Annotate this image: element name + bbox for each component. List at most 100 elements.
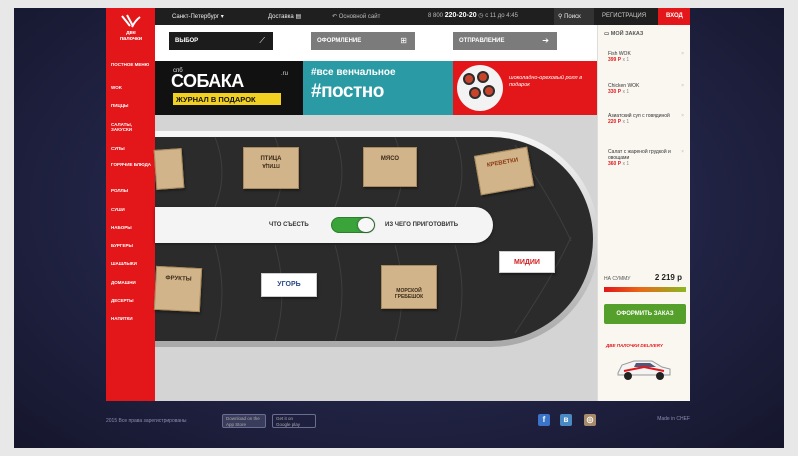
ingredient-card-meat[interactable]: МЯСО xyxy=(363,147,417,187)
step-send-label: ОТПРАВЛЕНИЕ xyxy=(459,38,505,44)
step-choice[interactable]: ВЫБОР ⟋ xyxy=(169,32,273,50)
promo-text: шоколадно-ореховый ролл в подарок xyxy=(509,75,583,88)
sum-label: НА СУММУ xyxy=(604,276,631,282)
switch-option-what-to-eat[interactable]: ЧТО СЪЕСТЬ xyxy=(269,222,309,228)
city-selector[interactable]: Санкт-Петербург ▾ xyxy=(172,13,224,20)
nav-item-burgers[interactable]: БУРГЕРЫ xyxy=(111,243,153,248)
facebook-icon[interactable]: f xyxy=(538,414,550,426)
footer: 2015 Все права зарегистрированы Download… xyxy=(106,404,690,428)
cart-title-label: МОЙ ЗАКАЗ xyxy=(610,31,644,37)
nav-item-pizza[interactable]: ПИЦЦЫ xyxy=(111,103,153,108)
mode-toggle[interactable] xyxy=(331,217,375,233)
mode-switch-bar: ЧТО СЪЕСТЬ ИЗ ЧЕГО ПРИГОТОВИТЬ xyxy=(155,207,493,243)
nav-item-wok[interactable]: WOK xyxy=(111,85,153,90)
city-label: Санкт-Петербург xyxy=(172,14,220,20)
nav-item-lenten[interactable]: ПОСТНОЕ МЕНЮ xyxy=(111,62,153,67)
cart-item-qty: x 1 xyxy=(622,161,630,167)
nav-item-desserts[interactable]: ДЕСЕРТЫ xyxy=(111,298,153,303)
sobaka-title: СОБАКА xyxy=(171,71,244,91)
tag-label: УГОРЬ xyxy=(277,281,301,288)
phone-info: 8 800 220-20-20 ◷ с 11 до 4:45 xyxy=(428,12,518,19)
chevron-down-icon: ▾ xyxy=(220,14,224,20)
roll-image xyxy=(463,73,475,85)
ingredient-card-bird[interactable]: ПТИЦА ПТИЦА xyxy=(243,147,299,189)
left-sidebar: две палочки ПОСТНОЕ МЕНЮ WOK ПИЦЦЫ САЛАТ… xyxy=(106,8,155,401)
card-label: ФРУКТЫ xyxy=(165,275,192,283)
ingredient-card-fruits[interactable]: ФРУКТЫ xyxy=(153,265,203,313)
nav-item-soups[interactable]: СУПЫ xyxy=(111,146,153,151)
app-store-badge[interactable]: Download on the App Store xyxy=(222,414,266,428)
card-label: ПТИЦА xyxy=(260,156,282,162)
cart-item-qty: x 1 xyxy=(622,57,630,63)
back-arrow-icon: ↶ xyxy=(332,14,338,20)
main-site-link[interactable]: ↶ Основной сайт xyxy=(332,13,380,20)
roll-image xyxy=(477,71,489,83)
login-button[interactable]: ВХОД xyxy=(658,8,690,25)
instagram-icon[interactable]: ◎ xyxy=(584,414,596,426)
ingredient-card-seafood[interactable]: МОРСКОЙ ГРЕБЕШОК xyxy=(381,265,437,309)
delivery-brand: ДВЕ ПАЛОЧКИ DELIVERY xyxy=(606,343,663,348)
main-content: ВЫБОР ⟋ ОФОРМЛЕНИЕ ⊞ ОТПРАВЛЕНИЕ ➔ спб СОБА… xyxy=(153,25,597,401)
vk-icon[interactable]: в xyxy=(560,414,572,426)
card-label: МЯСО xyxy=(380,156,400,162)
step-choice-label: ВЫБОР xyxy=(175,38,199,44)
ingredient-tag-eel[interactable]: УГОРЬ xyxy=(261,273,317,297)
phone-number: 220-20-20 xyxy=(444,12,477,19)
switch-option-ingredients[interactable]: ИЗ ЧЕГО ПРИГОТОВИТЬ xyxy=(385,222,458,228)
nav-item-drinks[interactable]: НАПИТКИ xyxy=(111,316,153,321)
app-store-label: App Store xyxy=(226,421,247,427)
logo-line2: палочки xyxy=(119,36,143,42)
roll-image xyxy=(469,87,481,99)
cart-item: Chicken WOK 330 Р x 1 × xyxy=(608,83,688,95)
page-background: Санкт-Петербург ▾ Доставка ▤ ↶ Основной … xyxy=(14,8,784,448)
remove-icon[interactable]: × xyxy=(681,149,684,155)
step-checkout[interactable]: ОФОРМЛЕНИЕ ⊞ xyxy=(311,32,415,50)
remove-icon[interactable]: × xyxy=(681,113,684,119)
card-label: МОРСКОЙ ГРЕБЕШОК xyxy=(394,288,424,300)
nav-item-shashlik[interactable]: ШАШЛЫКИ xyxy=(111,261,153,266)
ingredient-card[interactable] xyxy=(153,148,185,190)
roll-promo-banner[interactable]: шоколадно-ореховый ролл в подарок xyxy=(453,61,597,115)
cart-item-qty: x 1 xyxy=(622,119,630,125)
cart-icon: ⊞ xyxy=(400,36,407,45)
promo-banner[interactable]: спб СОБАКА .ru ЖУРНАЛ В ПОДАРОК #все вен… xyxy=(155,61,597,115)
nav-item-rolls[interactable]: РОЛЛЫ xyxy=(111,188,153,193)
ru-label: .ru xyxy=(281,71,289,77)
tag-label: МИДИИ xyxy=(514,259,540,266)
step-send[interactable]: ОТПРАВЛЕНИЕ ➔ xyxy=(453,32,557,50)
search-button[interactable]: ⚲ Поиск xyxy=(554,8,594,25)
delivery-link[interactable]: Доставка ▤ xyxy=(268,13,301,20)
conveyor-area: ПТИЦА ПТИЦА МЯСО КРЕВЕТКИ ФРУКТЫ УГОРЬ М… xyxy=(153,115,597,401)
cart-item-price: 360 Р xyxy=(608,161,622,167)
made-in-text: Made in CHEF xyxy=(657,416,690,422)
nav-item-homemade[interactable]: ДОМАШНИ xyxy=(111,280,153,285)
search-icon: ⚲ xyxy=(558,14,563,20)
sum-value: 2 219 р xyxy=(654,273,682,282)
nav-item-hot-dishes[interactable]: ГОРЯЧИЕ БЛЮДА xyxy=(111,162,153,167)
roll-image xyxy=(483,85,495,97)
app-store-caption: Download on the xyxy=(226,416,260,421)
logo[interactable]: две палочки xyxy=(111,14,151,46)
ingredient-tag-mussels[interactable]: МИДИИ xyxy=(499,251,555,273)
nav-item-salads[interactable]: САЛАТЫ, ЗАКУСКИ xyxy=(111,122,153,132)
google-play-label: Google play xyxy=(276,421,301,427)
register-button[interactable]: РЕГИСТРАЦИЯ xyxy=(596,8,658,25)
hashtag-label: #все венчальное xyxy=(311,67,396,78)
checkout-button[interactable]: ОФОРМИТЬ ЗАКАЗ xyxy=(604,304,686,324)
toggle-knob xyxy=(358,218,374,232)
nav-item-sushi[interactable]: СУШИ xyxy=(111,207,153,212)
remove-icon[interactable]: × xyxy=(681,51,684,57)
cart-item-price: 330 Р xyxy=(608,89,622,95)
remove-icon[interactable]: × xyxy=(681,83,684,89)
top-bar: Санкт-Петербург ▾ Доставка ▤ ↶ Основной … xyxy=(106,8,690,25)
google-play-badge[interactable]: Get it on Google play xyxy=(272,414,316,428)
sobaka-banner[interactable]: спб СОБАКА .ru ЖУРНАЛ В ПОДАРОК xyxy=(155,61,303,115)
cart-item: Fish WOK 399 Р x 1 × xyxy=(608,51,688,63)
lenten-banner[interactable]: #все венчальное #постно xyxy=(303,61,453,115)
copyright-text: 2015 Все права зарегистрированы xyxy=(106,418,187,424)
chopsticks-icon: ⟋ xyxy=(259,36,265,45)
nav-item-sets[interactable]: НАБОРЫ xyxy=(111,225,153,230)
gift-label: ЖУРНАЛ В ПОДАРОК xyxy=(173,93,281,105)
step-checkout-label: ОФОРМЛЕНИЕ xyxy=(317,38,362,44)
sum-progress-bar xyxy=(604,287,686,292)
